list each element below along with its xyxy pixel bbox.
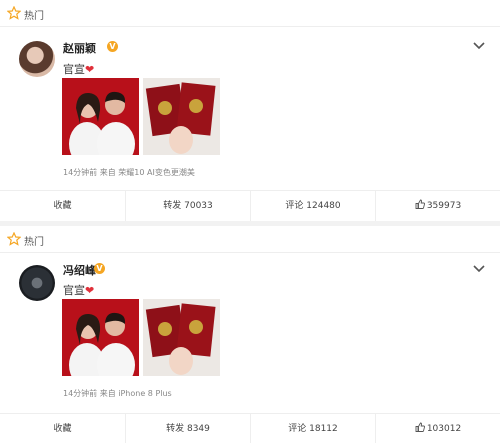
avatar[interactable] bbox=[19, 41, 55, 77]
action-bar: 收藏 转发 8349 评论 18112 103012 bbox=[0, 413, 500, 443]
post-meta: 14分钟前 来自 iPhone 8 Plus bbox=[63, 389, 172, 398]
collect-button[interactable]: 收藏 bbox=[0, 191, 125, 221]
verified-badge-icon: V bbox=[107, 41, 118, 52]
comment-label: 评论 bbox=[288, 424, 307, 434]
like-button[interactable]: 359973 bbox=[375, 191, 500, 221]
thumb-up-icon bbox=[415, 199, 425, 209]
post-text: 官宣❤ bbox=[63, 61, 94, 77]
like-button[interactable]: 103012 bbox=[375, 414, 500, 443]
user-name[interactable]: 赵丽颖 bbox=[63, 40, 96, 56]
photo-couple[interactable] bbox=[62, 78, 139, 155]
repost-button[interactable]: 转发 8349 bbox=[125, 414, 250, 443]
post-card: 热门 冯绍峰 V 官宣❤ 14分钟前 来自 iPhone 8 Plus 收藏 转… bbox=[0, 226, 500, 443]
comment-count: 18112 bbox=[309, 424, 338, 434]
hot-star-icon bbox=[7, 232, 21, 246]
chevron-down-icon[interactable] bbox=[473, 41, 485, 51]
repost-button[interactable]: 转发 70033 bbox=[125, 191, 250, 221]
collect-button[interactable]: 收藏 bbox=[0, 414, 125, 443]
comment-count: 124480 bbox=[306, 201, 341, 211]
comment-button[interactable]: 评论 124480 bbox=[250, 191, 375, 221]
post-text-content: 官宣 bbox=[63, 284, 85, 297]
repost-count: 70033 bbox=[184, 201, 213, 211]
thumb-up-icon bbox=[415, 422, 425, 432]
post-meta: 14分钟前 来自 荣耀10 AI变色更潮美 bbox=[63, 168, 195, 177]
action-bar: 收藏 转发 70033 评论 124480 359973 bbox=[0, 190, 500, 221]
repost-label: 转发 bbox=[166, 424, 185, 434]
chevron-down-icon[interactable] bbox=[473, 264, 485, 274]
collect-label: 收藏 bbox=[53, 201, 72, 211]
photo-certificates[interactable] bbox=[143, 299, 220, 376]
like-count: 103012 bbox=[426, 424, 462, 434]
like-count: 359973 bbox=[426, 201, 462, 211]
comment-button[interactable]: 评论 18112 bbox=[250, 414, 375, 443]
heart-icon: ❤ bbox=[85, 284, 95, 297]
post-text: 官宣❤ bbox=[63, 282, 94, 298]
repost-label: 转发 bbox=[163, 201, 182, 211]
heart-icon: ❤ bbox=[85, 63, 95, 76]
collect-label: 收藏 bbox=[53, 424, 72, 434]
user-name[interactable]: 冯绍峰 bbox=[63, 262, 96, 278]
hot-label: 热门 bbox=[24, 11, 44, 22]
hot-bar: 热门 bbox=[0, 226, 500, 253]
repost-count: 8349 bbox=[186, 424, 210, 434]
hot-star-icon bbox=[7, 6, 21, 20]
hot-bar: 热门 bbox=[0, 0, 500, 27]
hot-label: 热门 bbox=[24, 237, 44, 248]
comment-label: 评论 bbox=[285, 201, 304, 211]
avatar[interactable] bbox=[19, 265, 55, 301]
post-card: 热门 赵丽颖 V 官宣❤ 14分钟前 来自 荣耀10 AI变色更潮美 收藏 转发… bbox=[0, 0, 500, 221]
verified-badge-icon: V bbox=[94, 263, 105, 274]
post-text-content: 官宣 bbox=[63, 63, 85, 76]
photo-certificates[interactable] bbox=[143, 78, 220, 155]
photo-couple[interactable] bbox=[62, 299, 139, 376]
